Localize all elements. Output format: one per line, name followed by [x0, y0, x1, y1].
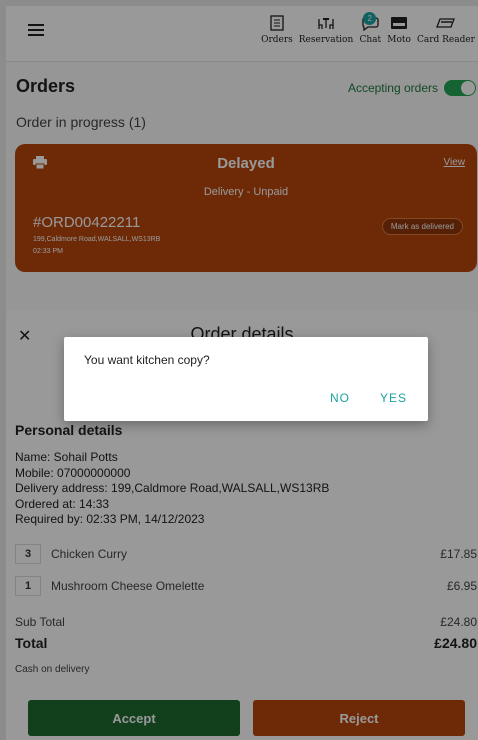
kitchen-copy-dialog: You want kitchen copy? NO YES	[64, 337, 428, 421]
dialog-message: You want kitchen copy?	[84, 353, 210, 367]
no-button[interactable]: NO	[330, 391, 350, 405]
yes-button[interactable]: YES	[380, 391, 407, 405]
